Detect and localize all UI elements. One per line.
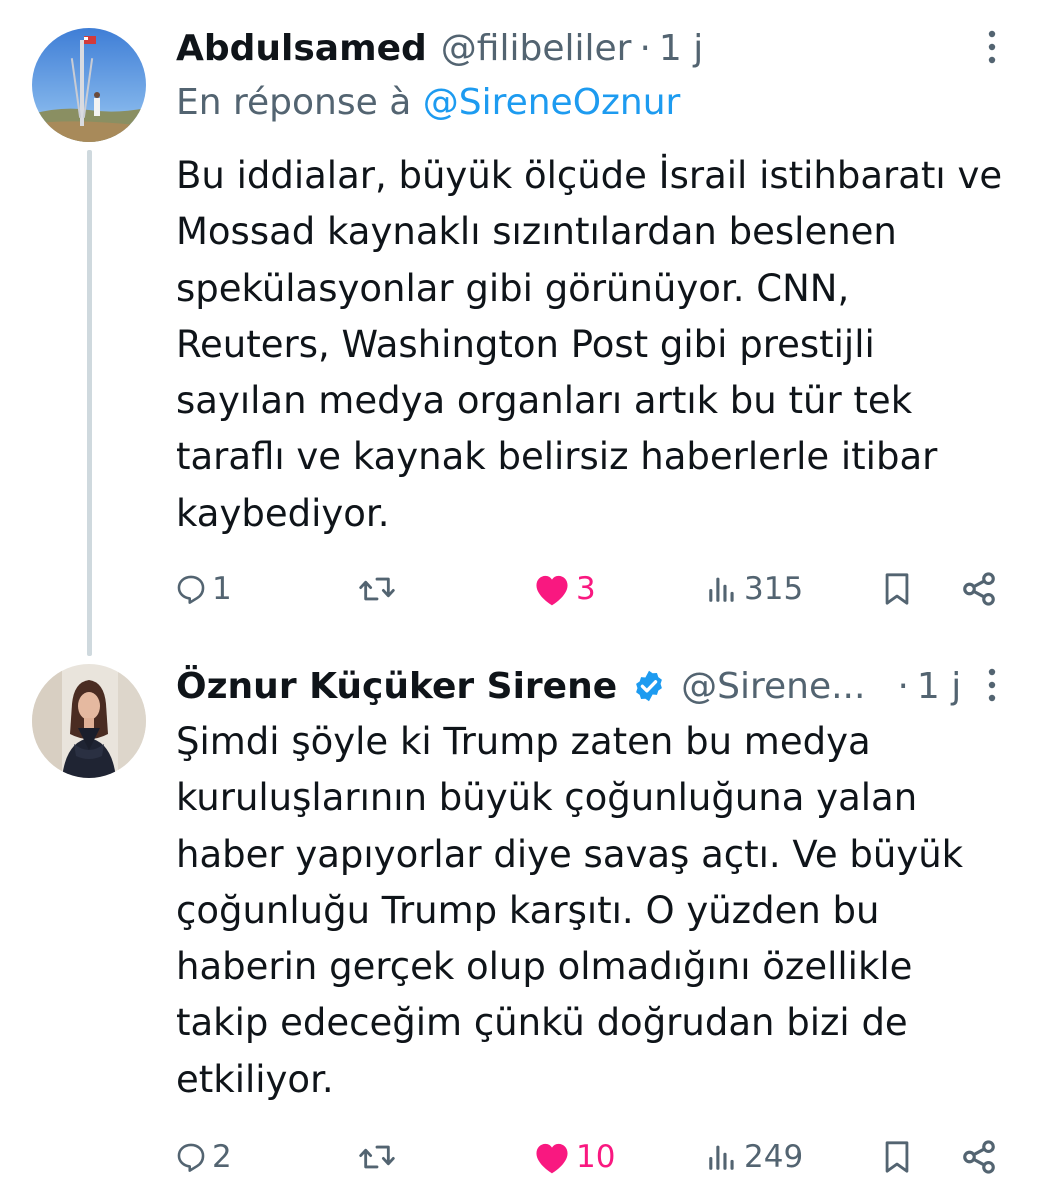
like-icon: [536, 575, 568, 606]
tweet-actions: 1 3 315: [174, 564, 1014, 614]
views-button[interactable]: 315: [704, 564, 803, 614]
header-separator: ·: [639, 27, 651, 69]
tweet-text: Bu iddialar, büyük ölçüde İsrail istihba…: [176, 154, 1003, 535]
reply-icon: [177, 1143, 205, 1172]
bookmark-button[interactable]: [880, 564, 914, 614]
reply-count: 2: [212, 1139, 232, 1175]
reply-button[interactable]: 1: [174, 564, 232, 614]
avatar-image: [32, 664, 146, 778]
avatar[interactable]: [32, 664, 146, 778]
bookmark-icon: [885, 1141, 909, 1173]
avatar[interactable]: [32, 28, 146, 142]
retweet-icon: [359, 1145, 395, 1169]
tweet-reply[interactable]: Abdulsamed @filibeliler · 1 j En réponse…: [0, 0, 1052, 640]
tweet-actions: 2 10 249: [174, 1132, 1014, 1182]
verified-icon: [636, 670, 663, 702]
header-separator: ·: [897, 665, 909, 707]
reply-icon: [177, 575, 205, 604]
tweet-header: Abdulsamed @filibeliler · 1 j: [176, 18, 1012, 78]
view-count: 249: [744, 1139, 804, 1175]
like-button[interactable]: 3: [532, 564, 596, 614]
more-icon[interactable]: [972, 24, 1012, 74]
tweet-reply[interactable]: Öznur Küçüker Sirene @Sirene... · 1 j Şi…: [0, 640, 1052, 1200]
conversation-thread: Abdulsamed @filibeliler · 1 j En réponse…: [0, 0, 1052, 1200]
retweet-button[interactable]: [356, 564, 402, 614]
author-name[interactable]: Abdulsamed: [176, 28, 427, 69]
timestamp[interactable]: 1 j: [659, 28, 703, 69]
reply-mention-link[interactable]: @SireneOznur: [423, 82, 681, 123]
share-button[interactable]: [960, 1132, 998, 1182]
bookmark-icon: [885, 573, 909, 605]
author-name[interactable]: Öznur Küçüker Sirene: [176, 666, 617, 707]
retweet-icon: [359, 577, 395, 601]
avatar-image: [32, 28, 146, 142]
more-icon[interactable]: [972, 662, 1012, 712]
reply-context: En réponse à @SireneOznur: [176, 82, 680, 123]
reply-prefix: En réponse à: [176, 82, 412, 123]
reply-button[interactable]: 2: [174, 1132, 232, 1182]
tweet-text: Şimdi şöyle ki Trump zaten bu medya kuru…: [176, 720, 964, 1101]
reply-count: 1: [212, 571, 232, 607]
tweet-header: Öznur Küçüker Sirene @Sirene... · 1 j: [176, 656, 1012, 716]
views-icon: [709, 1145, 734, 1170]
bookmark-button[interactable]: [880, 1132, 914, 1182]
like-icon: [536, 1143, 568, 1174]
share-button[interactable]: [960, 564, 998, 614]
like-count: 3: [576, 571, 596, 607]
views-icon: [709, 577, 734, 602]
view-count: 315: [744, 571, 804, 607]
author-handle[interactable]: @filibeliler: [441, 28, 632, 69]
share-icon: [963, 572, 995, 606]
retweet-button[interactable]: [356, 1132, 402, 1182]
author-handle[interactable]: @Sirene...: [681, 666, 865, 707]
share-icon: [963, 1140, 995, 1174]
timestamp[interactable]: 1 j: [917, 666, 961, 707]
like-button[interactable]: 10: [532, 1132, 615, 1182]
like-count: 10: [576, 1139, 616, 1175]
views-button[interactable]: 249: [704, 1132, 803, 1182]
